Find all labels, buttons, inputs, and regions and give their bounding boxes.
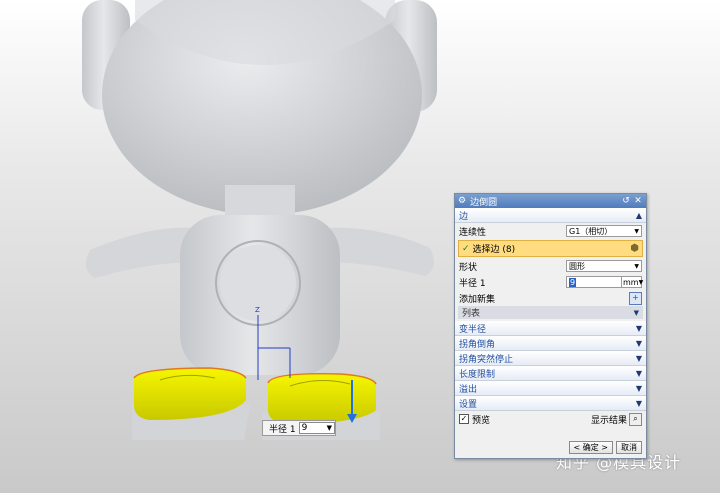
continuity-row: 连续性 G1（相切） ▼: [455, 223, 646, 239]
preview-row: ✓ 预览 显示结果 ⌕: [455, 411, 646, 427]
reset-icon[interactable]: ↺: [621, 196, 631, 206]
shape-select[interactable]: 圆形 ▼: [566, 260, 642, 272]
section-title: 拐角突然停止: [459, 354, 514, 365]
cancel-button[interactable]: 取消: [616, 441, 642, 454]
select-edge-row[interactable]: ✓ 选择边 (8) ⬢: [458, 240, 643, 257]
chevron-down-icon[interactable]: ▼: [636, 369, 642, 378]
section-title: 拐角倒角: [459, 339, 496, 350]
right-foot-highlight: [268, 373, 376, 424]
select-edge-label: 选择边 (8): [472, 245, 516, 255]
radius-unit-select[interactable]: mm ▼: [622, 276, 644, 288]
chevron-down-icon[interactable]: ▼: [636, 354, 642, 363]
section-corner-setback[interactable]: 拐角倒角 ▼: [455, 336, 646, 351]
section-title: 变半径: [459, 324, 487, 335]
chevron-down-icon: ▼: [634, 262, 639, 270]
radius-row: 半径 1 9 mm ▼: [455, 274, 646, 290]
show-result-label: 显示结果: [590, 415, 627, 426]
radius-input[interactable]: 9: [566, 276, 622, 288]
radius-unit: mm: [623, 277, 639, 287]
viewport-radius-value: 9: [301, 423, 308, 433]
ok-button[interactable]: < 确定 >: [568, 441, 613, 454]
section-stop-short[interactable]: 拐角突然停止 ▼: [455, 351, 646, 366]
shape-label: 形状: [459, 262, 478, 273]
section-edge[interactable]: 边 ▲: [455, 208, 646, 223]
preview-checkbox[interactable]: ✓: [459, 414, 469, 424]
chevron-down-icon: ▼: [638, 278, 644, 286]
section-title: 设置: [459, 399, 478, 410]
chevron-down-icon[interactable]: ▼: [636, 384, 642, 393]
radius-label: 半径 1: [459, 278, 486, 289]
preview-label: 预览: [472, 415, 491, 426]
chevron-down-icon: ▼: [634, 227, 639, 235]
section-title: 溢出: [459, 384, 478, 395]
edge-blend-dialog: ⚙ 边倒圆 ↺ ✕ 边 ▲ 连续性 G1（相切） ▼ ✓ 选择边 (8) ⬢ 形…: [454, 193, 647, 459]
list-label: 列表: [462, 309, 481, 319]
z-axis-label: Z: [255, 306, 260, 314]
list-toggle[interactable]: 列表 ▼: [458, 306, 643, 319]
chevron-down-icon[interactable]: ▼: [636, 339, 642, 348]
viewport-radius-field[interactable]: 9 ▼: [298, 422, 335, 434]
add-set-label: 添加新集: [459, 294, 496, 305]
continuity-select[interactable]: G1（相切） ▼: [566, 225, 642, 237]
add-set-row: 添加新集 +: [455, 290, 646, 306]
shape-row: 形状 圆形 ▼: [455, 258, 646, 274]
viewport-radius-input[interactable]: 半径 1 9 ▼: [262, 420, 336, 436]
viewport-radius-label: 半径 1: [269, 424, 296, 435]
radius-value: 9: [569, 277, 577, 287]
section-variable-radius[interactable]: 变半径 ▼: [455, 321, 646, 336]
dialog-buttons: < 确定 > 取消: [568, 441, 642, 454]
section-edge-title: 边: [459, 211, 469, 222]
section-overflow[interactable]: 溢出 ▼: [455, 381, 646, 396]
dialog-title: 边倒圆: [470, 197, 498, 208]
check-icon: ✓: [462, 243, 470, 254]
chevron-down-icon: ▼: [633, 308, 639, 317]
magnifier-icon[interactable]: ⌕: [629, 412, 642, 426]
section-settings[interactable]: 设置 ▼: [455, 396, 646, 411]
continuity-label: 连续性: [459, 227, 487, 238]
chevron-up-icon[interactable]: ▲: [636, 211, 642, 220]
section-length-limit[interactable]: 长度限制 ▼: [455, 366, 646, 381]
gear-icon[interactable]: ⚙: [458, 196, 466, 206]
add-set-icon[interactable]: +: [629, 291, 642, 305]
chevron-down-icon[interactable]: ▼: [636, 324, 642, 333]
close-icon[interactable]: ✕: [633, 196, 643, 206]
chevron-down-icon[interactable]: ▼: [327, 424, 332, 432]
dialog-titlebar[interactable]: ⚙ 边倒圆 ↺ ✕: [455, 194, 646, 208]
section-title: 长度限制: [459, 369, 496, 380]
cube-icon[interactable]: ⬢: [630, 243, 639, 254]
shape-value: 圆形: [569, 261, 585, 271]
chevron-down-icon[interactable]: ▼: [636, 399, 642, 408]
continuity-value: G1（相切）: [569, 226, 613, 236]
